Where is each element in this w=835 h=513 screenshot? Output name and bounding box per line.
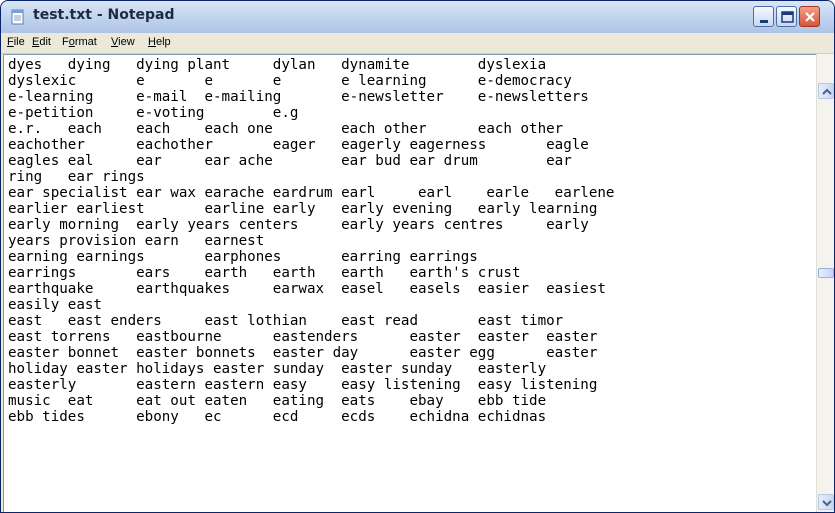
close-icon (805, 12, 815, 22)
text-line: dyslexic e e e e learning e-democracy (8, 73, 572, 89)
notepad-icon (10, 9, 26, 25)
text-line: east torrens eastbourne eastenders easte… (8, 329, 598, 345)
text-line: music eat eat out eaten eating eats ebay… (8, 393, 547, 409)
text-line: dyes dying dying plant dylan dynamite dy… (8, 57, 547, 73)
scroll-up-arrow-icon (822, 88, 832, 95)
text-line: early morning early years centers early … (8, 217, 589, 233)
text-editor[interactable]: dyes dying dying plant dylan dynamite dy… (3, 54, 817, 512)
scroll-thumb[interactable] (818, 268, 834, 278)
menu-file[interactable]: File (7, 36, 25, 48)
text-line: e-learning e-mail e-mailing e-newsletter… (8, 89, 589, 105)
text-line: easily east (8, 297, 102, 313)
window-title: test.txt - Notepad (33, 7, 175, 23)
minimize-icon (760, 20, 768, 23)
menu-help-accel: H (148, 36, 156, 48)
menu-edit[interactable]: Edit (32, 36, 51, 48)
text-line: eachother eachother eager eagerly eagern… (8, 137, 589, 153)
text-line: ear specialist ear wax earache eardrum e… (8, 185, 615, 201)
menu-help-label: elp (155, 36, 171, 48)
document-text[interactable]: dyes dying dying plant dylan dynamite dy… (8, 57, 614, 425)
menu-view-label: iew (118, 36, 135, 48)
menu-format-label: rmat (74, 36, 97, 48)
menu-file-label: ile (13, 36, 25, 48)
scroll-down-arrow-icon (822, 500, 832, 507)
maximize-button[interactable] (776, 6, 797, 27)
minimize-button[interactable] (753, 6, 774, 27)
title-bar[interactable]: test.txt - Notepad (1, 1, 834, 33)
text-line: years provision earn earnest (8, 233, 265, 249)
close-button[interactable] (799, 6, 820, 27)
menu-help[interactable]: Help (148, 36, 171, 48)
menu-file-accel: F (7, 36, 14, 48)
text-line: earthquake earthquakes earwax easel ease… (8, 281, 606, 297)
text-line: easterly eastern eastern easy easy liste… (8, 377, 598, 393)
menu-format[interactable]: Format (62, 36, 97, 48)
text-line: ebb tides ebony ec ecd ecds echidna echi… (8, 409, 547, 425)
text-line: earlier earliest earline early early eve… (8, 201, 598, 217)
menu-edit-label: dit (39, 36, 51, 48)
text-line: e-petition e-voting e.g (8, 105, 299, 121)
text-line: holiday easter holidays easter sunday ea… (8, 361, 547, 377)
text-line: eagles eal ear ear ache ear bud ear drum… (8, 153, 572, 169)
text-line: earrings ears earth earth earth earth's … (8, 265, 521, 281)
text-line: earning earnings earphones earring earri… (8, 249, 478, 265)
vertical-scrollbar[interactable] (816, 54, 834, 512)
scroll-up-button[interactable] (818, 83, 834, 99)
scroll-down-button[interactable] (818, 494, 834, 510)
text-line: e.r. each each each one each other each … (8, 121, 564, 137)
notepad-window: test.txt - Notepad File Edit Format View… (0, 0, 835, 513)
maximize-icon (781, 11, 794, 23)
menu-format-prefix: F (62, 36, 69, 48)
menu-bar: File Edit Format View Help (1, 33, 834, 54)
text-line: easter bonnet easter bonnets easter day … (8, 345, 598, 361)
text-line: east east enders east lothian east read … (8, 313, 564, 329)
text-line: ring ear rings (8, 169, 145, 185)
menu-view[interactable]: View (111, 36, 135, 48)
